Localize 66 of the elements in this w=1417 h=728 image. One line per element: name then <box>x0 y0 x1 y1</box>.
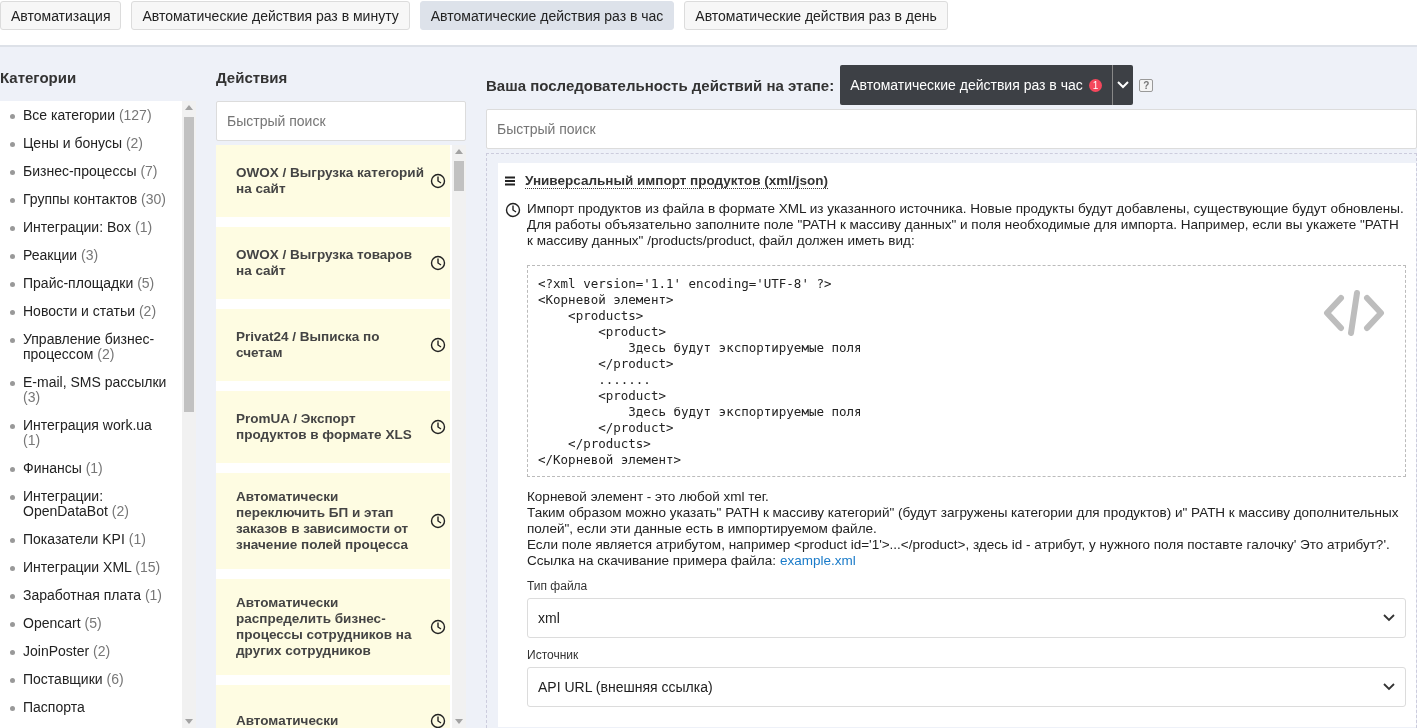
clock-icon <box>430 337 446 353</box>
code-icon <box>1323 290 1385 336</box>
select-field[interactable]: xml <box>527 598 1406 638</box>
chevron-icon <box>1383 614 1395 622</box>
scrollbar[interactable] <box>182 101 196 728</box>
category-item[interactable]: Интеграции XML (15) <box>10 560 170 575</box>
category-item[interactable]: Прайс-площадки (5) <box>10 276 170 291</box>
code-block: <?xml version='1.1' encoding='UTF-8' ?> <Корневой элемент> <products> <product> Здесь будут экспортируемые поля </product> ....... <product> Здесь будут экспортируемые поля </product> </products> </Корневой элемент> <box>527 265 1406 477</box>
tab[interactable]: Автоматические действия раз в минуту <box>131 1 410 30</box>
category-item[interactable]: Бизнес-процессы (7) <box>10 164 170 179</box>
stage-dropdown[interactable]: Автоматические действия раз в час 1 <box>840 65 1134 105</box>
clock-icon <box>430 619 446 635</box>
note-text: Таким образом можно указать" PATH к массиву категорий" (будут загружены категории для продуктов) и" PATH к массиву дополнительных полей", если эти данные есть в импортируемом файле. <box>527 505 1400 537</box>
clock-icon <box>430 173 446 189</box>
category-item[interactable]: Показатели KPI (1) <box>10 532 170 547</box>
clock-icon <box>430 419 446 435</box>
field-label: Тип файла <box>527 579 589 593</box>
field-label: Источник <box>527 648 580 662</box>
help-button[interactable]: ? <box>1139 78 1154 92</box>
category-item[interactable]: Новости и статьи (2) <box>10 304 170 319</box>
category-item[interactable]: Заработная плата (1) <box>10 588 170 603</box>
tab[interactable]: Автоматизация <box>0 1 122 30</box>
action-card[interactable]: Автоматически переключить БП и этап заказов в зависимости от значение полей процесса <box>216 473 450 569</box>
action-card[interactable]: PromUA / Экспорт продуктов в формате XLS <box>216 391 450 463</box>
category-item[interactable]: Паспорта <box>10 700 170 715</box>
section-title: Ваша последовательность действий на этапе: <box>486 76 835 94</box>
category-item[interactable]: Интеграции: OpenDataBot (2) <box>10 489 170 519</box>
category-item[interactable]: Цены и бонусы (2) <box>10 136 170 151</box>
category-item[interactable]: Все категории (127) <box>10 108 170 123</box>
tab[interactable]: Автоматические действия раз в час <box>419 1 675 30</box>
category-item[interactable]: E-mail, SMS рассылки (3) <box>10 375 170 405</box>
column-title: Категории <box>0 69 78 88</box>
column-title: Действия <box>216 69 289 88</box>
clock-icon <box>430 513 446 529</box>
action-card[interactable]: OWOX / Выгрузка товаров на сайт <box>216 227 450 299</box>
category-item[interactable]: Группы контактов (30) <box>10 192 170 207</box>
category-item[interactable]: Поставщики (6) <box>10 672 170 687</box>
card-title[interactable]: Универсальный импорт продуктов (xml/json) <box>525 173 829 189</box>
chevron-icon <box>1383 683 1395 691</box>
note-text: Ссылка на скачивание примера файла: <box>527 553 776 569</box>
action-card[interactable]: Privat24 / Выписка по счетам <box>216 309 450 381</box>
file-link[interactable]: example.xml <box>780 553 856 569</box>
search-field[interactable]: Быстрый поиск <box>486 109 1417 149</box>
category-item[interactable]: Интеграции: Box (1) <box>10 220 170 235</box>
note-text: Корневой элемент - это любой xml тег. <box>527 489 770 505</box>
menu-icon[interactable] <box>505 176 515 186</box>
action-card[interactable]: Автоматически распределить бизнес-процессы сотрудников на других сотрудников <box>216 579 450 675</box>
category-item[interactable]: Интеграция work.ua (1) <box>10 418 170 448</box>
action-card[interactable]: Автоматически <box>216 685 450 728</box>
clock-icon <box>430 713 446 728</box>
count-badge: 1 <box>1088 78 1103 92</box>
chevron-icon <box>1117 81 1130 89</box>
category-item[interactable]: JoinPoster (2) <box>10 644 170 659</box>
clock-icon <box>505 202 521 218</box>
description-text: Импорт продуктов из файла в формате XML из указанного источника. Новые продукты будут добавлены, существующие будут обновлены. Для работы объязательно заполните поле "PATH к массиву данных" и поля необходимые для импорта. Например, если вы укажете "PATH к массиву данных" /products/product, файл должен иметь вид: <box>527 201 1405 249</box>
category-item[interactable]: Opencart (5) <box>10 616 170 631</box>
category-item[interactable]: Управление бизнес-процессом (2) <box>10 332 170 362</box>
note-text: Если поле является атрибутом, например <product id='1'>...</product>, здесь id - атрибут, у нужного поля поставте галочку' Это атрибут?'. <box>527 537 1391 553</box>
select-field[interactable]: API URL (внешняя ссылка) <box>527 667 1406 707</box>
category-item[interactable]: Финансы (1) <box>10 461 170 476</box>
scrollbar[interactable] <box>452 145 466 728</box>
tab[interactable]: Автоматические действия раз в день <box>684 1 948 30</box>
action-card[interactable]: OWOX / Выгрузка категорий на сайт <box>216 145 450 217</box>
category-item[interactable]: Реакции (3) <box>10 248 170 263</box>
clock-icon <box>430 255 446 271</box>
search-field[interactable]: Быстрый поиск <box>216 101 466 141</box>
